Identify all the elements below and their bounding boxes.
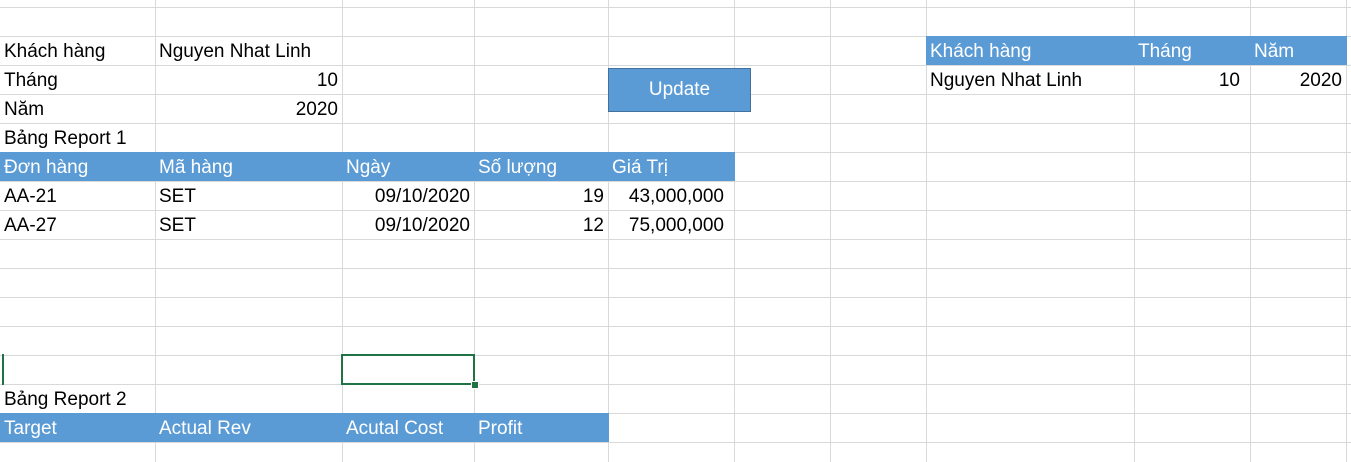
table-row-cell[interactable]: 75,000,000 xyxy=(608,211,734,240)
report2-title: Bảng Report 2 xyxy=(4,389,127,410)
table-row-cell[interactable]: AA-27 xyxy=(0,211,155,240)
table-row-cell[interactable]: 19 xyxy=(474,182,608,211)
row-divider xyxy=(0,326,1351,327)
report2-header-target: Target xyxy=(4,418,57,439)
report1-header-value: Giá Trị xyxy=(612,157,668,178)
row-divider xyxy=(0,268,1351,269)
column-divider xyxy=(830,0,831,462)
report2-header-actual-rev: Actual Rev xyxy=(159,418,251,439)
table-row-cell[interactable]: 09/10/2020 xyxy=(342,211,474,240)
month-label: Tháng xyxy=(4,70,58,91)
report1-header-date: Ngày xyxy=(346,157,391,178)
table-row-cell[interactable]: AA-21 xyxy=(0,182,155,211)
right-row-year[interactable]: 2020 xyxy=(1250,66,1346,95)
table-row-cell[interactable]: 43,000,000 xyxy=(608,182,734,211)
row-cursor-marker xyxy=(2,354,4,385)
report1-header-code: Mã hàng xyxy=(159,157,233,178)
fill-handle[interactable] xyxy=(471,381,479,389)
report1-header-quantity: Số lượng xyxy=(478,157,558,178)
customer-value-cell[interactable]: Nguyen Nhat Linh xyxy=(155,37,342,66)
right-row-customer[interactable]: Nguyen Nhat Linh xyxy=(926,66,1134,95)
row-divider xyxy=(0,297,1351,298)
column-divider xyxy=(1346,0,1347,462)
table-row-cell[interactable]: 09/10/2020 xyxy=(342,182,474,211)
table-row-cell[interactable]: SET xyxy=(155,211,342,240)
year-label: Năm xyxy=(4,99,45,120)
month-value-cell[interactable]: 10 xyxy=(155,66,342,95)
table-row-cell[interactable]: 12 xyxy=(474,211,608,240)
customer-label: Khách hàng xyxy=(4,41,106,62)
update-button[interactable]: Update xyxy=(608,68,751,112)
table-row-cell[interactable]: SET xyxy=(155,182,342,211)
report1-header-order: Đơn hàng xyxy=(4,157,89,178)
report2-header-actual-cost: Acutal Cost xyxy=(346,418,444,439)
selected-cell[interactable] xyxy=(341,354,475,385)
row-divider xyxy=(0,355,1351,356)
right-row-month[interactable]: 10 xyxy=(1134,66,1250,95)
right-header-customer: Khách hàng xyxy=(930,41,1032,62)
right-header-month: Tháng xyxy=(1138,41,1192,62)
row-divider xyxy=(0,7,1351,8)
right-header-year: Năm xyxy=(1254,41,1295,62)
report2-header-profit: Profit xyxy=(478,418,523,439)
year-value-cell[interactable]: 2020 xyxy=(155,95,342,124)
report1-title: Bảng Report 1 xyxy=(4,128,127,149)
